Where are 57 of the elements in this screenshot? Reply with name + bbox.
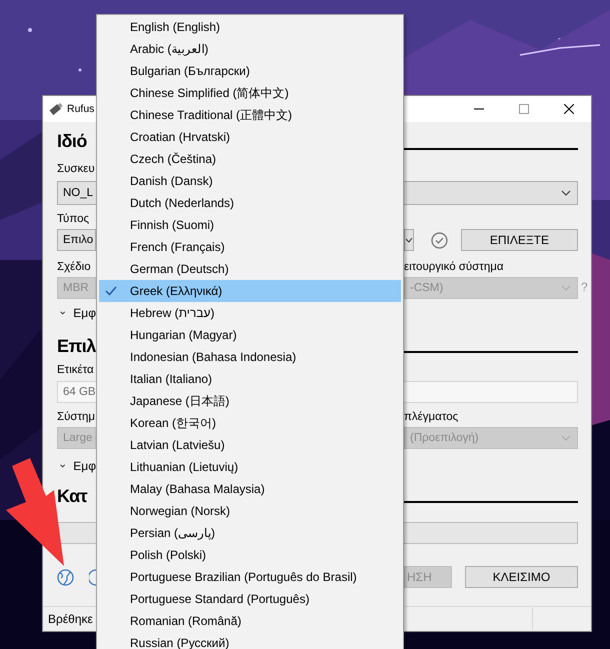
section-heading: Ιδιό — [57, 130, 88, 152]
field-label: Σχέδιο — [57, 261, 92, 273]
chevron-icon — [561, 190, 571, 196]
window-title: Rufus — [67, 103, 94, 115]
language-menu-item[interactable]: Indonesian (Bahasa Indonesia) — [99, 346, 401, 368]
language-menu-item[interactable]: English (English) — [99, 16, 401, 38]
globe-icon[interactable] — [57, 568, 74, 586]
field-label: πλέγματος — [404, 411, 460, 423]
language-menu-item[interactable]: Lithuanian (Lietuvių) — [99, 456, 401, 478]
language-menu-item[interactable]: Italian (Italiano) — [99, 368, 401, 390]
status-text: Βρέθηκε — [48, 612, 93, 626]
chevron-icon — [60, 463, 66, 469]
language-menu-item[interactable]: French (Français) — [99, 236, 401, 258]
language-menu-item[interactable]: Korean (한국어) — [99, 412, 401, 434]
language-menu-item[interactable]: Greek (Ελληνικά) — [99, 280, 401, 302]
dropdown-edge[interactable] — [404, 229, 414, 251]
section-heading: Κατ — [57, 486, 88, 506]
language-menu-item[interactable]: Chinese Traditional (正體中文) — [99, 104, 401, 126]
chevron-icon — [60, 310, 66, 316]
check-circle-icon[interactable] — [430, 232, 448, 248]
language-menu-item[interactable]: Chinese Simplified (简体中文) — [99, 82, 401, 104]
field-label: Σύστημ — [57, 411, 96, 423]
advanced-toggle[interactable]: Εμφ — [57, 306, 96, 320]
language-menu-item[interactable]: Czech (Čeština) — [99, 148, 401, 170]
close-window-button[interactable]: ΚΛΕΙΣΙΜΟ — [465, 566, 578, 588]
select-button[interactable]: ΕΠΙΛΕΞΤΕ — [460, 229, 578, 251]
language-menu-item[interactable]: Malay (Bahasa Malaysia) — [99, 478, 401, 500]
language-menu-item[interactable]: Bulgarian (Български) — [99, 60, 401, 82]
language-menu-item[interactable]: Persian (پارسی) — [99, 522, 401, 544]
close-icon — [564, 104, 574, 114]
field-label: Συσκευ — [57, 163, 96, 175]
language-menu-item[interactable]: Polish (Polski) — [99, 544, 401, 566]
language-menu-item[interactable]: Hungarian (Magyar) — [99, 324, 401, 346]
field-label: Τύπος — [57, 213, 90, 225]
language-menu-item[interactable]: Latvian (Latviešu) — [99, 434, 401, 456]
field-label: Ετικέτα — [57, 364, 95, 376]
language-menu-item[interactable]: Romanian (Română) — [99, 610, 401, 632]
language-menu-item[interactable]: Norwegian (Norsk) — [99, 500, 401, 522]
maximize-icon — [518, 104, 528, 114]
language-menu-item[interactable]: Japanese (日本語) — [99, 390, 401, 412]
chevron-icon — [561, 285, 571, 291]
boot-dropdown[interactable]: Επιλο — [57, 229, 96, 251]
language-menu-item[interactable]: Arabic (العربية) — [99, 38, 401, 60]
chevron-icon — [406, 237, 413, 243]
language-menu-item[interactable]: Portuguese Standard (Português) — [99, 588, 401, 610]
advanced-toggle[interactable]: Εμφ — [57, 459, 96, 473]
language-menu-item[interactable]: Finnish (Suomi) — [99, 214, 401, 236]
section-heading: Επιλ — [57, 336, 96, 356]
check-icon — [105, 286, 117, 296]
language-menu-item[interactable]: German (Deutsch) — [99, 258, 401, 280]
language-menu-item[interactable]: Dutch (Nederlands) — [99, 192, 401, 214]
field-label: ειτουργικό σύστημα — [404, 261, 504, 273]
language-menu-item[interactable]: Danish (Dansk) — [99, 170, 401, 192]
language-menu-item[interactable]: Hebrew (עברית) — [99, 302, 401, 324]
chevron-icon — [561, 435, 571, 441]
language-menu-item[interactable]: Croatian (Hrvatski) — [99, 126, 401, 148]
language-menu-item[interactable]: Portuguese Brazilian (Português do Brasil) — [99, 566, 401, 588]
